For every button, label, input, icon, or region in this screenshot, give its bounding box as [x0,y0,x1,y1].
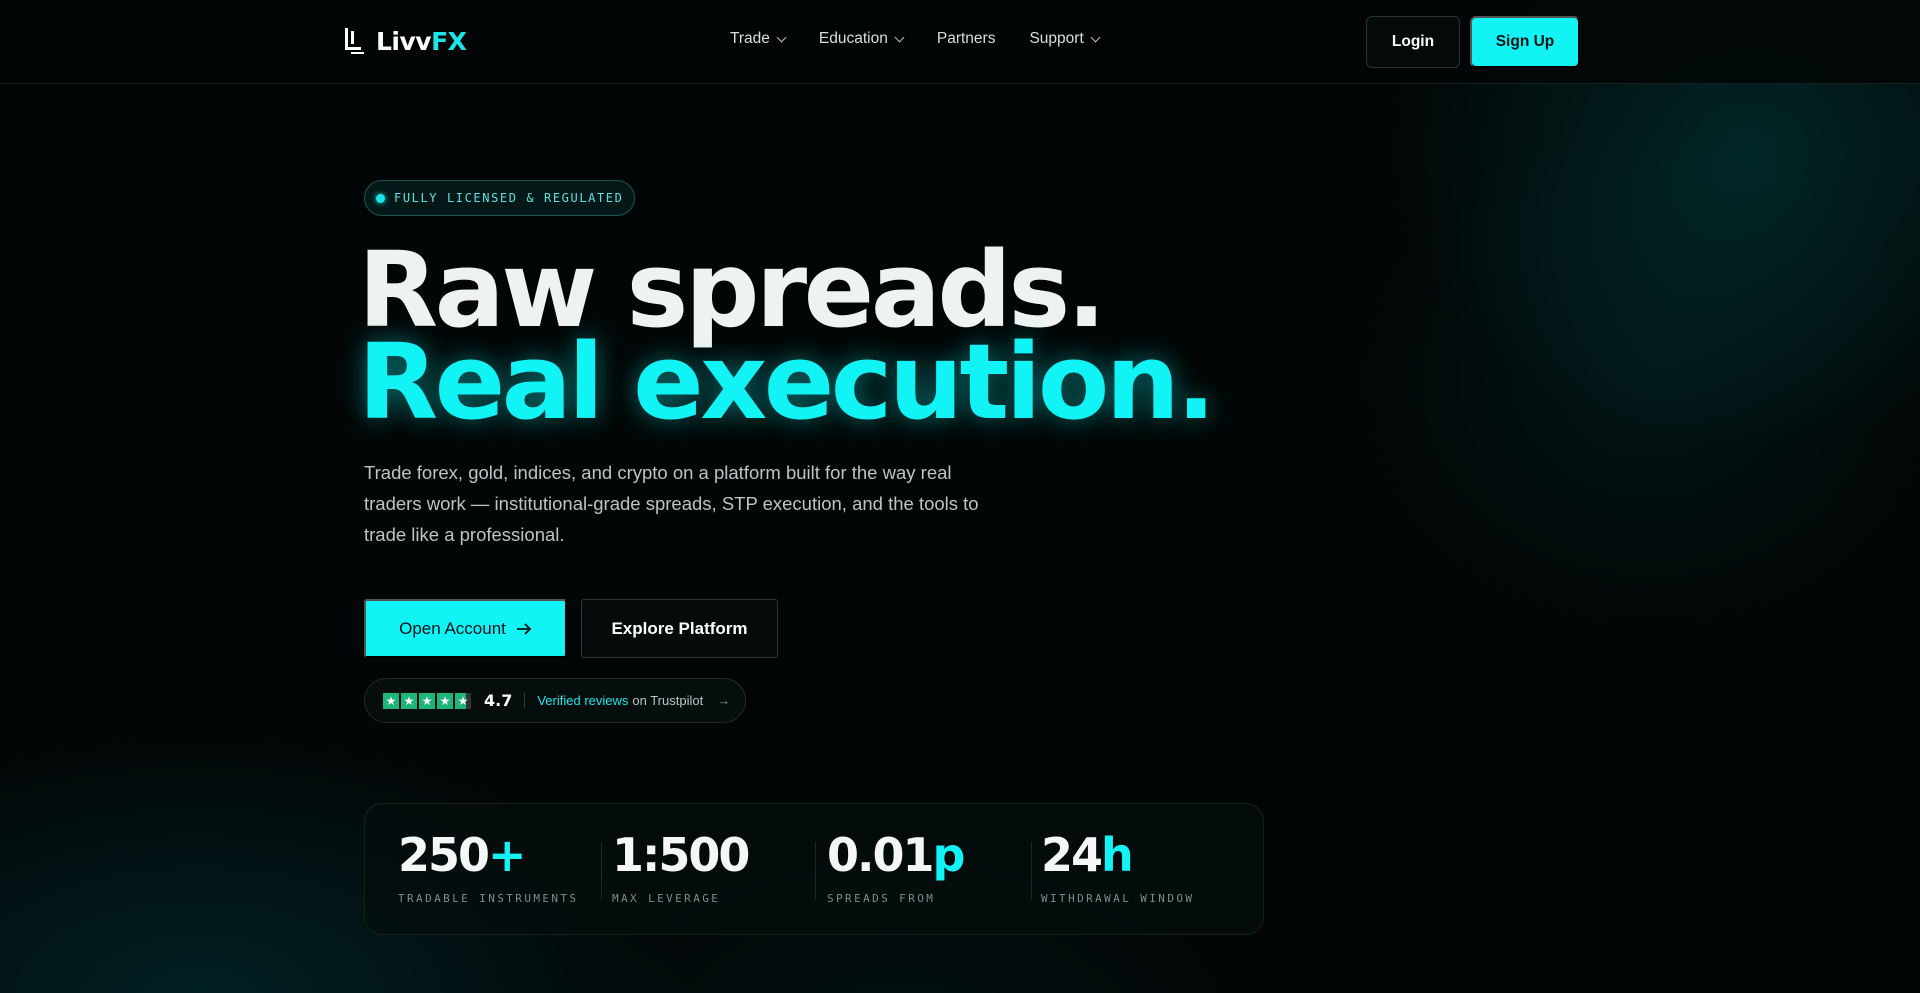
nav-menu: Trade Education Partners Support [730,30,1101,48]
arrow-right-icon [516,622,532,635]
star-icon: ★ [419,692,435,709]
chevron-down-icon [1090,32,1101,42]
stat-label: WITHDRAWAL WINDOW [1041,892,1195,905]
verified-reviews-link[interactable]: Verified reviews [537,693,628,708]
stat-label: MAX LEVERAGE [612,892,721,905]
login-button[interactable]: Login [1366,16,1460,68]
nav-item-education[interactable]: Education [818,30,905,48]
star-icon: ★ [455,692,471,709]
top-navigation: LivvFX Trade Education Partners Support … [0,0,1920,84]
signup-button[interactable]: Sign Up [1470,16,1580,68]
stat-value: 0.01p [827,828,965,882]
brand-name: LivvFX [376,26,467,56]
trustpilot-suffix: on Trustpilot [632,693,704,708]
divider [601,842,602,900]
stat-instruments: 250+ TRADABLE INSTRUMENTS [398,832,578,905]
open-account-label: Open Account [399,618,506,638]
nav-item-label: Partners [936,30,996,47]
nav-item-support[interactable]: Support [1029,30,1101,48]
divider [815,842,816,900]
chevron-down-icon [894,32,905,42]
stat-label: SPREADS FROM [827,892,936,905]
nav-item-label: Education [818,30,888,47]
divider [1031,842,1032,900]
rating-value: 4.7 [484,691,513,710]
brand-name-main: Livv [376,26,432,56]
rating-stars: ★ ★ ★ ★ ★ [383,692,471,709]
status-dot-icon [376,193,385,203]
star-icon: ★ [383,692,399,709]
star-icon: ★ [437,692,453,709]
stats-panel: 250+ TRADABLE INSTRUMENTS 1:500 MAX LEVE… [364,803,1264,935]
explore-platform-button[interactable]: Explore Platform [581,599,778,658]
stat-leverage: 1:500 MAX LEVERAGE [612,828,750,905]
chevron-down-icon [776,32,787,42]
stat-spreads: 0.01p SPREADS FROM [827,828,965,905]
logo-mark-icon [344,27,366,55]
nav-item-trade[interactable]: Trade [730,30,787,48]
stat-value: 1:500 [612,828,750,882]
license-badge-text: FULLY LICENSED & REGULATED [394,191,624,205]
divider [524,692,526,709]
nav-item-label: Trade [730,30,770,47]
open-account-button[interactable]: Open Account [364,599,567,658]
stat-value: 250+ [398,828,527,882]
stat-label: TRADABLE INSTRUMENTS [398,892,579,905]
license-badge: FULLY LICENSED & REGULATED [364,180,635,216]
stat-value: 24h [1041,828,1134,882]
brand-logo[interactable]: LivvFX [344,26,467,56]
trustpilot-rating[interactable]: ★ ★ ★ ★ ★ 4.7 Verified reviews on Trustp… [364,678,746,723]
brand-name-accent: FX [431,26,467,56]
nav-item-partners[interactable]: Partners [937,30,996,48]
stat-withdrawal: 24h WITHDRAWAL WINDOW [1041,832,1194,905]
star-icon: ★ [401,692,417,709]
nav-item-label: Support [1029,30,1084,47]
hero-description: Trade forex, gold, indices, and crypto o… [364,462,979,545]
arrow-right-icon: → [717,693,731,708]
headline-line-2: Real execution. [358,321,1216,443]
